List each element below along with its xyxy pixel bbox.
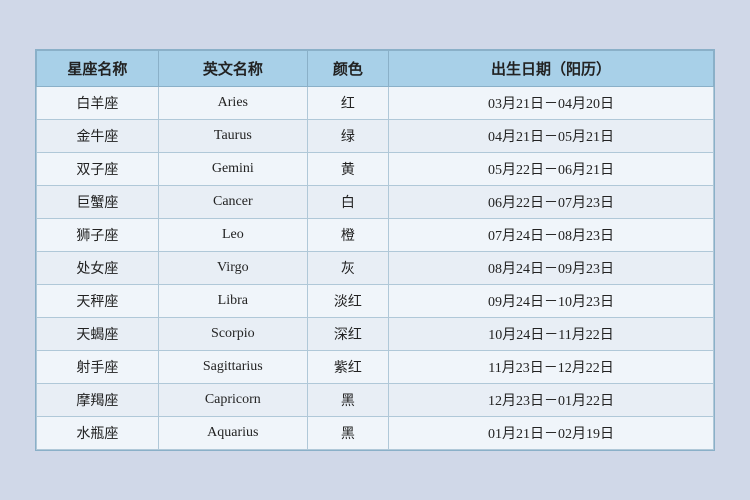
cell-color: 黑 — [307, 417, 388, 450]
cell-color: 黄 — [307, 153, 388, 186]
cell-date: 11月23日－12月22日 — [389, 351, 714, 384]
cell-date: 01月21日－02月19日 — [389, 417, 714, 450]
cell-chinese: 狮子座 — [37, 219, 159, 252]
cell-date: 05月22日－06月21日 — [389, 153, 714, 186]
cell-english: Virgo — [158, 252, 307, 285]
zodiac-table-container: 星座名称 英文名称 颜色 出生日期（阳历） 白羊座Aries红03月21日－04… — [35, 49, 715, 451]
cell-english: Cancer — [158, 186, 307, 219]
cell-english: Sagittarius — [158, 351, 307, 384]
cell-color: 紫红 — [307, 351, 388, 384]
table-row: 双子座Gemini黄05月22日－06月21日 — [37, 153, 714, 186]
cell-date: 04月21日－05月21日 — [389, 120, 714, 153]
cell-chinese: 双子座 — [37, 153, 159, 186]
cell-chinese: 白羊座 — [37, 87, 159, 120]
cell-color: 橙 — [307, 219, 388, 252]
cell-color: 白 — [307, 186, 388, 219]
table-row: 巨蟹座Cancer白06月22日－07月23日 — [37, 186, 714, 219]
cell-chinese: 摩羯座 — [37, 384, 159, 417]
cell-color: 绿 — [307, 120, 388, 153]
table-header-row: 星座名称 英文名称 颜色 出生日期（阳历） — [37, 51, 714, 87]
cell-english: Leo — [158, 219, 307, 252]
header-english: 英文名称 — [158, 51, 307, 87]
cell-date: 07月24日－08月23日 — [389, 219, 714, 252]
cell-chinese: 射手座 — [37, 351, 159, 384]
table-row: 天蝎座Scorpio深红10月24日－11月22日 — [37, 318, 714, 351]
cell-english: Aries — [158, 87, 307, 120]
cell-color: 红 — [307, 87, 388, 120]
header-color: 颜色 — [307, 51, 388, 87]
cell-chinese: 巨蟹座 — [37, 186, 159, 219]
cell-date: 10月24日－11月22日 — [389, 318, 714, 351]
cell-chinese: 天蝎座 — [37, 318, 159, 351]
cell-chinese: 金牛座 — [37, 120, 159, 153]
cell-date: 12月23日－01月22日 — [389, 384, 714, 417]
cell-date: 08月24日－09月23日 — [389, 252, 714, 285]
table-row: 金牛座Taurus绿04月21日－05月21日 — [37, 120, 714, 153]
cell-chinese: 处女座 — [37, 252, 159, 285]
cell-color: 深红 — [307, 318, 388, 351]
cell-color: 淡红 — [307, 285, 388, 318]
cell-chinese: 水瓶座 — [37, 417, 159, 450]
cell-english: Gemini — [158, 153, 307, 186]
cell-date: 09月24日－10月23日 — [389, 285, 714, 318]
cell-date: 06月22日－07月23日 — [389, 186, 714, 219]
cell-english: Libra — [158, 285, 307, 318]
cell-color: 黑 — [307, 384, 388, 417]
cell-chinese: 天秤座 — [37, 285, 159, 318]
header-chinese: 星座名称 — [37, 51, 159, 87]
table-row: 水瓶座Aquarius黑01月21日－02月19日 — [37, 417, 714, 450]
table-row: 处女座Virgo灰08月24日－09月23日 — [37, 252, 714, 285]
cell-english: Taurus — [158, 120, 307, 153]
table-row: 白羊座Aries红03月21日－04月20日 — [37, 87, 714, 120]
table-row: 射手座Sagittarius紫红11月23日－12月22日 — [37, 351, 714, 384]
cell-date: 03月21日－04月20日 — [389, 87, 714, 120]
table-row: 狮子座Leo橙07月24日－08月23日 — [37, 219, 714, 252]
zodiac-table: 星座名称 英文名称 颜色 出生日期（阳历） 白羊座Aries红03月21日－04… — [36, 50, 714, 450]
table-row: 摩羯座Capricorn黑12月23日－01月22日 — [37, 384, 714, 417]
cell-color: 灰 — [307, 252, 388, 285]
cell-english: Capricorn — [158, 384, 307, 417]
table-row: 天秤座Libra淡红09月24日－10月23日 — [37, 285, 714, 318]
header-date: 出生日期（阳历） — [389, 51, 714, 87]
cell-english: Scorpio — [158, 318, 307, 351]
cell-english: Aquarius — [158, 417, 307, 450]
